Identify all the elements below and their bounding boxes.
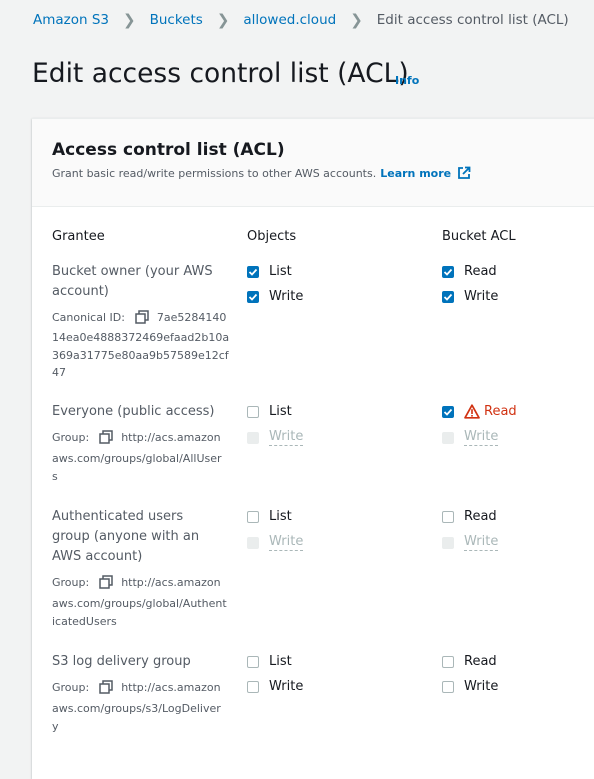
page-title: Edit access control list (ACL) xyxy=(32,58,409,89)
group-uri-first: http://acs.amazon xyxy=(121,430,221,444)
checkbox-label: List xyxy=(269,509,292,524)
canonical-id-rest: 14ea0e4888372469efaad2b10a369a31775e80aa… xyxy=(52,331,230,379)
group-uri-rest: aws.com/groups/global/AuthenticatedUsers xyxy=(52,597,227,628)
checkbox-label: Read xyxy=(464,509,497,524)
group-uri-rest: aws.com/groups/s3/LogDelivery xyxy=(52,702,221,733)
checkbox-box xyxy=(247,431,259,444)
checkbox-label: Write xyxy=(269,679,304,694)
checkmark-icon[interactable] xyxy=(442,265,454,278)
checkbox-label: Write xyxy=(464,534,499,551)
grantee-name-authenticated-users: Authenticated users group (anyone with a… xyxy=(52,509,200,564)
grantee-name-everyone: Everyone (public access) xyxy=(52,404,215,419)
checkbox-box[interactable] xyxy=(442,510,454,523)
panel-title: Access control list (ACL) xyxy=(52,140,285,160)
owner-objects-list-checkbox[interactable]: List xyxy=(247,264,292,279)
checkbox-box xyxy=(247,536,259,549)
authenticated-bucket-write-checkbox: Write xyxy=(442,534,499,551)
grantee-name-bucket-owner: Bucket owner (your AWS account) xyxy=(52,264,213,299)
chevron-right-icon: ❯ xyxy=(350,11,363,29)
checkbox-label-warning: Read xyxy=(484,404,517,419)
checkbox-box[interactable] xyxy=(247,405,259,418)
column-header-bucket-acl: Bucket ACL xyxy=(442,229,516,244)
checkbox-label: List xyxy=(269,404,292,419)
group-label: Group: xyxy=(52,575,90,589)
authenticated-objects-write-checkbox: Write xyxy=(247,534,304,551)
learn-more-link[interactable]: Learn more xyxy=(380,167,451,180)
authenticated-objects-list-checkbox[interactable]: List xyxy=(247,509,292,524)
group-label: Group: xyxy=(52,430,90,444)
checkbox-label: List xyxy=(269,264,292,279)
checkbox-label: Read xyxy=(464,264,497,279)
checkmark-icon[interactable] xyxy=(247,265,259,278)
checkbox-box[interactable] xyxy=(442,655,454,668)
owner-bucket-read-checkbox[interactable]: Read xyxy=(442,264,497,279)
everyone-objects-write-checkbox: Write xyxy=(247,429,304,446)
column-header-grantee: Grantee xyxy=(52,229,105,244)
checkbox-label: List xyxy=(269,654,292,669)
canonical-id-first: 7ae5284140 xyxy=(156,310,227,324)
log-delivery-bucket-read-checkbox[interactable]: Read xyxy=(442,654,497,669)
log-delivery-bucket-write-checkbox[interactable]: Write xyxy=(442,679,498,694)
warning-icon xyxy=(464,404,480,419)
owner-objects-write-checkbox[interactable]: Write xyxy=(247,289,303,304)
copy-icon[interactable] xyxy=(99,430,113,444)
checkbox-label: Write xyxy=(464,429,499,446)
everyone-bucket-read-checkbox[interactable]: Read xyxy=(442,404,517,419)
column-header-objects: Objects xyxy=(247,229,297,244)
checkmark-icon[interactable] xyxy=(247,290,259,303)
breadcrumb-current: Edit access control list (ACL) xyxy=(376,12,569,28)
breadcrumb: Amazon S3 ❯ Buckets ❯ allowed.cloud ❯ Ed… xyxy=(33,11,569,29)
checkbox-box xyxy=(442,536,454,549)
checkbox-label: Read xyxy=(464,654,497,669)
everyone-bucket-write-checkbox: Write xyxy=(442,429,499,446)
panel-description-text: Grant basic read/write permissions to ot… xyxy=(52,166,377,180)
grantee-id-line: Group: http://acs.amazon xyxy=(52,430,221,444)
checkbox-box[interactable] xyxy=(247,655,259,668)
checkbox-label: Write xyxy=(269,289,304,304)
checkbox-label: Write xyxy=(269,534,304,551)
copy-icon[interactable] xyxy=(99,680,113,694)
checkmark-icon[interactable] xyxy=(442,290,454,303)
group-uri-first: http://acs.amazon xyxy=(121,680,221,694)
grantee-id-line: Canonical ID: 7ae5284140 xyxy=(52,310,226,324)
breadcrumb-bucket-name[interactable]: allowed.cloud xyxy=(243,12,336,28)
checkmark-icon[interactable] xyxy=(442,405,454,418)
checkbox-box[interactable] xyxy=(247,510,259,523)
group-uri-rest: aws.com/groups/global/AllUsers xyxy=(52,452,222,483)
grantee-id-line: Group: http://acs.amazon xyxy=(52,575,221,589)
info-link[interactable]: Info xyxy=(395,74,419,87)
checkbox-label: Write xyxy=(269,429,304,446)
panel-header: Access control list (ACL) Grant basic re… xyxy=(32,119,594,207)
copy-icon[interactable] xyxy=(99,575,113,589)
panel-description: Grant basic read/write permissions to ot… xyxy=(52,166,471,180)
grantee-id-line: Group: http://acs.amazon xyxy=(52,680,221,694)
canonical-id-label: Canonical ID: xyxy=(52,310,125,324)
owner-bucket-write-checkbox[interactable]: Write xyxy=(442,289,498,304)
chevron-right-icon: ❯ xyxy=(123,11,136,29)
log-delivery-objects-list-checkbox[interactable]: List xyxy=(247,654,292,669)
checkbox-label: Write xyxy=(464,289,499,304)
log-delivery-objects-write-checkbox[interactable]: Write xyxy=(247,679,303,694)
copy-icon[interactable] xyxy=(135,310,149,324)
checkbox-box[interactable] xyxy=(247,680,259,693)
everyone-objects-list-checkbox[interactable]: List xyxy=(247,404,292,419)
checkbox-box[interactable] xyxy=(442,680,454,693)
checkbox-label: Write xyxy=(464,679,499,694)
group-uri-first: http://acs.amazon xyxy=(121,575,221,589)
external-link-icon[interactable] xyxy=(457,166,471,180)
breadcrumb-amazon-s3[interactable]: Amazon S3 xyxy=(33,12,109,28)
group-label: Group: xyxy=(52,680,90,694)
acl-panel: Access control list (ACL) Grant basic re… xyxy=(32,118,594,779)
grantee-name-log-delivery: S3 log delivery group xyxy=(52,654,191,669)
chevron-right-icon: ❯ xyxy=(216,11,230,29)
authenticated-bucket-read-checkbox[interactable]: Read xyxy=(442,509,497,524)
breadcrumb-buckets[interactable]: Buckets xyxy=(150,12,203,28)
checkbox-box xyxy=(442,431,454,444)
